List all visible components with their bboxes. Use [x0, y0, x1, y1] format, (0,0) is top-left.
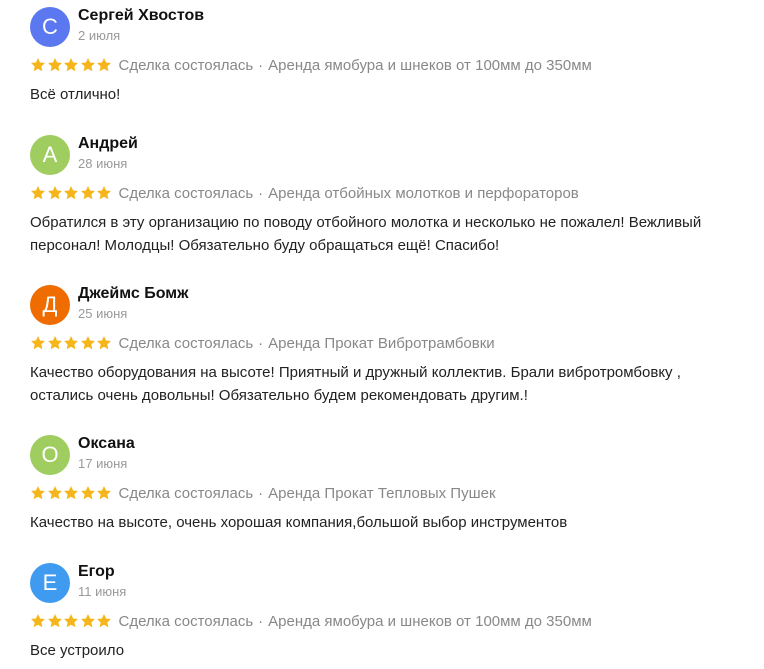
avatar[interactable]: О — [30, 435, 70, 475]
review-author[interactable]: Егор — [78, 563, 115, 581]
review-text: Все устроило — [30, 642, 125, 659]
star-icon — [80, 336, 95, 350]
avatar[interactable]: Е — [30, 563, 70, 603]
review-date: 25 июня — [78, 306, 128, 321]
review-text: Качество оборудования на высоте! Приятны… — [30, 364, 681, 404]
star-icon — [31, 336, 45, 350]
meta-separator: · — [258, 612, 264, 630]
review-meta: Сделка состоялась · Аренда ямобура и шне… — [30, 612, 592, 630]
avatar[interactable]: А — [30, 135, 70, 175]
review-date: 2 июля — [78, 28, 121, 43]
service-name: Аренда отбойных молотков и перфораторов — [268, 184, 579, 202]
review-meta: Сделка состоялась · Аренда отбойных моло… — [30, 184, 579, 202]
star-icon — [47, 486, 62, 500]
deal-status: Сделка состоялась — [118, 56, 254, 74]
deal-status: Сделка состоялась — [118, 612, 254, 630]
service-name: Аренда ямобура и шнеков от 100мм до 350м… — [268, 56, 592, 74]
review-author[interactable]: Оксана — [78, 435, 135, 453]
rating-stars — [30, 485, 113, 501]
star-icon — [31, 186, 45, 200]
star-icon — [80, 186, 95, 200]
star-icon — [97, 58, 111, 72]
star-icon — [80, 58, 95, 72]
star-icon — [80, 486, 95, 500]
rating-stars — [30, 613, 113, 629]
avatar[interactable]: Д — [30, 285, 70, 325]
meta-separator: · — [258, 184, 264, 202]
review-author[interactable]: Джеймс Бомж — [78, 285, 188, 303]
rating-stars — [30, 57, 113, 73]
star-icon — [80, 614, 95, 628]
avatar[interactable]: С — [30, 7, 70, 47]
service-name: Аренда ямобура и шнеков от 100мм до 350м… — [268, 612, 592, 630]
star-icon — [97, 336, 111, 350]
star-icon — [97, 614, 111, 628]
review-author[interactable]: Сергей Хвостов — [78, 7, 204, 25]
star-icon — [64, 614, 78, 628]
star-icon — [64, 336, 78, 350]
star-icon — [64, 486, 78, 500]
star-icon — [47, 186, 62, 200]
star-icon — [47, 336, 62, 350]
star-icon — [64, 58, 78, 72]
rating-stars — [30, 335, 113, 351]
meta-separator: · — [258, 334, 264, 352]
review-date: 17 июня — [78, 456, 128, 471]
star-icon — [31, 58, 45, 72]
star-icon — [97, 486, 111, 500]
review-meta: Сделка состоялась · Аренда ямобура и шне… — [30, 56, 592, 74]
review-date: 11 июня — [78, 584, 127, 599]
rating-stars — [30, 185, 113, 201]
star-icon — [47, 614, 62, 628]
service-name: Аренда Прокат Вибротрамбовки — [268, 334, 495, 352]
meta-separator: · — [258, 56, 264, 74]
star-icon — [47, 58, 62, 72]
deal-status: Сделка состоялась — [118, 334, 254, 352]
star-icon — [31, 614, 45, 628]
review-text: Качество на высоте, очень хорошая компан… — [30, 514, 568, 531]
review-text: Всё отлично! — [30, 86, 121, 103]
meta-separator: · — [258, 484, 264, 502]
review-meta: Сделка состоялась · Аренда Прокат Теплов… — [30, 484, 496, 502]
reviews-list: С Сергей Хвостов 2 июля Сделка состоялас… — [0, 0, 764, 669]
star-icon — [64, 186, 78, 200]
service-name: Аренда Прокат Тепловых Пушек — [268, 484, 496, 502]
review-text: Обратился в эту организацию по поводу от… — [30, 214, 702, 254]
star-icon — [97, 186, 111, 200]
review-author[interactable]: Андрей — [78, 135, 138, 153]
deal-status: Сделка состоялась — [118, 484, 254, 502]
deal-status: Сделка состоялась — [118, 184, 254, 202]
review-date: 28 июня — [78, 156, 128, 171]
star-icon — [31, 486, 45, 500]
review-meta: Сделка состоялась · Аренда Прокат Виброт… — [30, 334, 495, 352]
